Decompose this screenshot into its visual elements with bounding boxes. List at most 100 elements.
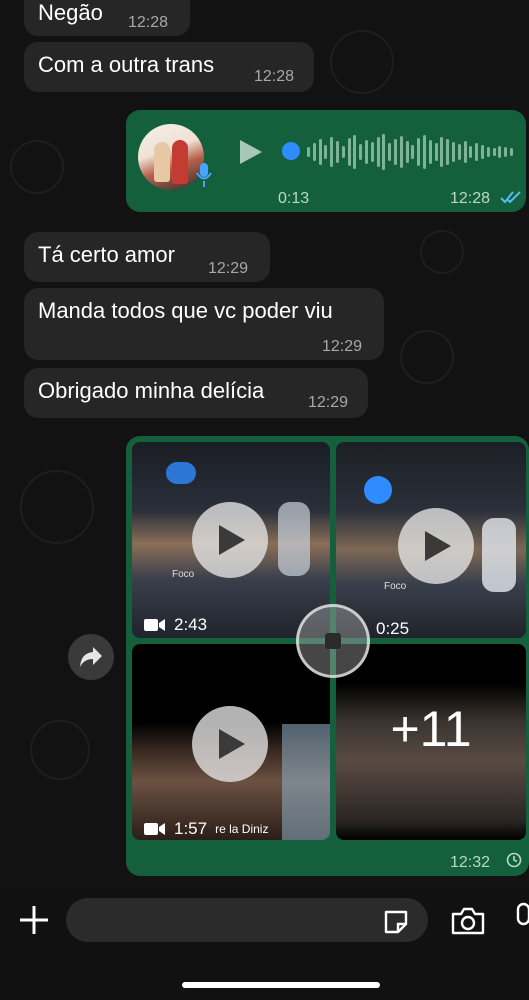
video-meta: 0:25 xyxy=(376,616,409,638)
message-text: Negão xyxy=(38,0,103,25)
voice-progress-handle[interactable] xyxy=(282,142,300,160)
waveform-bar xyxy=(469,146,473,158)
play-button[interactable] xyxy=(192,706,268,782)
background-doodle xyxy=(20,470,94,544)
video-duration: 0:25 xyxy=(376,619,410,638)
waveform-bar xyxy=(510,148,513,156)
play-icon xyxy=(219,525,245,555)
waveform-bar xyxy=(394,139,397,165)
background-doodle xyxy=(330,30,394,94)
microphone-icon[interactable] xyxy=(512,902,529,938)
camera-icon[interactable] xyxy=(450,906,486,936)
play-icon xyxy=(425,531,451,561)
waveform-bar xyxy=(382,134,386,170)
plus-icon[interactable] xyxy=(18,904,50,936)
video-meta: 1:57 re la Diniz xyxy=(144,816,268,840)
video-thumbnail[interactable]: Foco 0:25 xyxy=(336,442,526,638)
incoming-message[interactable]: Negão 12:28 xyxy=(24,0,190,36)
incoming-message[interactable]: Com a outra trans 12:28 xyxy=(24,42,314,92)
waveform-bar xyxy=(492,148,496,156)
waveform-bar xyxy=(440,137,444,167)
waveform-bar xyxy=(423,135,426,169)
waveform-bar xyxy=(417,138,421,166)
waveform-bar xyxy=(388,143,392,161)
sender-avatar xyxy=(138,124,204,190)
waveform-bar xyxy=(307,147,310,157)
waveform-bar xyxy=(498,146,502,158)
waveform-bar xyxy=(475,143,479,161)
waveform-bar xyxy=(457,144,461,160)
video-caption: re la Diniz xyxy=(215,822,269,836)
voice-waveform[interactable] xyxy=(281,132,513,172)
composer-bar xyxy=(0,890,529,1000)
video-thumbnail[interactable]: Foco 2:43 xyxy=(132,442,330,638)
message-time: 12:28 xyxy=(254,68,295,85)
play-icon[interactable] xyxy=(238,138,264,166)
background-doodle xyxy=(420,230,464,274)
clock-icon xyxy=(506,852,522,868)
incoming-message[interactable]: Obrigado minha delícia 12:29 xyxy=(24,368,368,418)
double-check-icon xyxy=(500,191,521,204)
voice-duration: 0:13 xyxy=(278,190,310,207)
message-time: 12:28 xyxy=(450,190,491,207)
waveform-bar xyxy=(359,144,363,160)
waveform-bar xyxy=(341,146,345,158)
message-time: 12:29 xyxy=(208,260,249,277)
stop-recording-button[interactable] xyxy=(296,604,370,678)
video-thumbnail[interactable]: 1:57 re la Diniz xyxy=(132,644,330,840)
waveform-bar xyxy=(428,140,432,164)
waveform-bar xyxy=(336,141,339,163)
play-button[interactable] xyxy=(398,508,474,584)
waveform-bar xyxy=(330,137,334,167)
more-media-count: +11 xyxy=(390,701,472,757)
waveform-bar xyxy=(411,145,415,159)
waveform-bar xyxy=(347,138,351,166)
waveform-bar xyxy=(318,139,322,165)
control-label: Foco xyxy=(384,581,407,592)
message-time: 12:29 xyxy=(322,338,363,355)
stop-icon xyxy=(325,633,341,649)
outgoing-voice-message[interactable]: 0:13 12:28 xyxy=(126,110,526,212)
microphone-icon xyxy=(196,163,212,187)
waveform-bar xyxy=(376,137,380,167)
sticker-icon[interactable] xyxy=(382,908,410,936)
message-time: 12:28 xyxy=(128,14,169,31)
home-indicator xyxy=(182,982,380,988)
message-text: Obrigado minha delícia xyxy=(38,378,265,403)
video-camera-icon xyxy=(144,619,165,631)
video-camera-icon xyxy=(144,823,165,835)
message-text: Tá certo amor xyxy=(38,242,175,267)
message-time: 12:32 xyxy=(450,854,491,871)
message-text: Com a outra trans xyxy=(38,52,215,77)
video-meta: 2:43 xyxy=(144,612,207,638)
waveform-bar xyxy=(312,143,316,161)
waveform-bar xyxy=(370,142,374,162)
message-text: Manda todos que vc poder viu xyxy=(38,298,333,323)
more-media-thumbnail[interactable]: +11 xyxy=(336,644,526,840)
control-label: Foco xyxy=(172,569,195,580)
message-input[interactable] xyxy=(66,898,428,942)
waveform-bar xyxy=(324,145,328,159)
waveform-bar xyxy=(399,136,403,168)
forward-icon xyxy=(80,647,102,667)
background-doodle xyxy=(30,720,90,780)
play-button[interactable] xyxy=(192,502,268,578)
message-time: 12:29 xyxy=(308,394,349,411)
background-doodle xyxy=(400,330,454,384)
waveform-bar xyxy=(481,145,484,159)
incoming-message[interactable]: Manda todos que vc poder viu 12:29 xyxy=(24,288,384,360)
waveform-bar xyxy=(463,141,467,163)
waveform-bar xyxy=(353,135,357,169)
play-icon xyxy=(219,729,245,759)
forward-button[interactable] xyxy=(68,634,114,680)
waveform-bar xyxy=(504,147,508,157)
video-duration: 2:43 xyxy=(174,615,208,634)
video-duration: 1:57 xyxy=(174,819,208,838)
waveform-bar xyxy=(365,140,368,164)
waveform-bar xyxy=(405,141,409,163)
background-doodle xyxy=(10,140,64,194)
incoming-message[interactable]: Tá certo amor 12:29 xyxy=(24,232,270,282)
waveform-bar xyxy=(452,142,455,162)
waveform-bar xyxy=(446,139,450,165)
waveform-bar xyxy=(434,143,438,161)
